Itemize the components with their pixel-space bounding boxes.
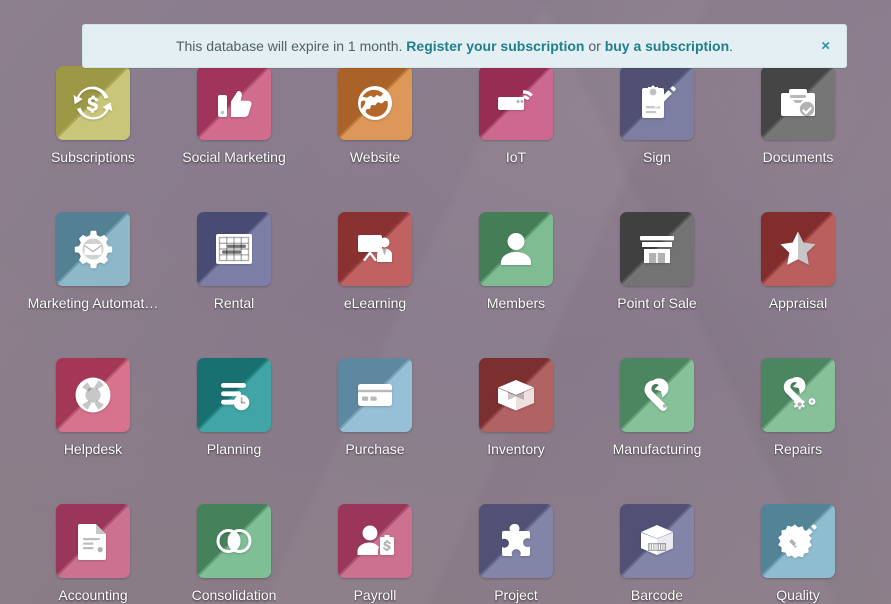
app-tile[interactable]: Inventory — [446, 358, 587, 457]
app-tile[interactable]: Marketing Automat… — [23, 212, 164, 311]
quality-icon[interactable] — [761, 504, 835, 578]
marketing-automation-icon[interactable] — [56, 212, 130, 286]
app-tile[interactable]: Purchase — [305, 358, 446, 457]
repairs-icon[interactable] — [761, 358, 835, 432]
app-label: eLearning — [343, 295, 407, 311]
close-icon[interactable]: × — [817, 37, 834, 56]
iot-icon[interactable] — [479, 66, 553, 140]
app-label: Project — [494, 587, 538, 603]
accounting-icon[interactable] — [56, 504, 130, 578]
app-label: Manufacturing — [612, 441, 702, 457]
app-label: Barcode — [630, 587, 684, 603]
app-grid: Subscriptions Social Marketing Website I… — [0, 0, 891, 604]
point-of-sale-icon[interactable] — [620, 212, 694, 286]
app-tile[interactable]: IoT — [446, 66, 587, 165]
app-label: Consolidation — [191, 587, 277, 603]
app-label: Appraisal — [768, 295, 828, 311]
app-tile[interactable]: Planning — [164, 358, 305, 457]
alert-message-prefix: This database will expire in 1 month. — [175, 38, 407, 54]
app-tile[interactable]: Social Marketing — [164, 66, 305, 165]
project-icon[interactable] — [479, 504, 553, 578]
app-label: Helpdesk — [63, 441, 123, 457]
planning-icon[interactable] — [197, 358, 271, 432]
app-label: Point of Sale — [617, 295, 697, 311]
expiration-alert-text: This database will expire in 1 month. Re… — [176, 36, 733, 56]
elearning-icon[interactable] — [338, 212, 412, 286]
buy-subscription-link[interactable]: buy a subscription — [605, 38, 729, 54]
app-label: Purchase — [345, 441, 405, 457]
app-label: Marketing Automat… — [27, 295, 159, 311]
sign-icon[interactable] — [620, 66, 694, 140]
appraisal-icon[interactable] — [761, 212, 835, 286]
app-label: Payroll — [353, 587, 397, 603]
payroll-icon[interactable] — [338, 504, 412, 578]
app-label: Members — [486, 295, 546, 311]
app-label: IoT — [505, 149, 527, 165]
register-subscription-link[interactable]: Register your subscription — [406, 38, 584, 54]
app-tile[interactable]: Barcode — [587, 504, 728, 603]
barcode-icon[interactable] — [620, 504, 694, 578]
app-tile[interactable]: Rental — [164, 212, 305, 311]
documents-icon[interactable] — [761, 66, 835, 140]
subscriptions-icon[interactable] — [56, 66, 130, 140]
alert-message-or: or — [584, 38, 605, 54]
members-icon[interactable] — [479, 212, 553, 286]
app-tile[interactable]: Helpdesk — [23, 358, 164, 457]
app-tile[interactable]: Point of Sale — [587, 212, 728, 311]
app-label: Subscriptions — [50, 149, 136, 165]
app-tile[interactable]: Project — [446, 504, 587, 603]
app-tile[interactable]: Documents — [728, 66, 869, 165]
app-tile[interactable]: Accounting — [23, 504, 164, 603]
app-label: Planning — [206, 441, 262, 457]
app-label: Quality — [776, 587, 820, 603]
manufacturing-icon[interactable] — [620, 358, 694, 432]
app-label: Inventory — [487, 441, 545, 457]
app-label: Rental — [213, 295, 255, 311]
app-tile[interactable]: eLearning — [305, 212, 446, 311]
app-label: Website — [349, 149, 401, 165]
app-tile[interactable]: Payroll — [305, 504, 446, 603]
app-tile[interactable]: Members — [446, 212, 587, 311]
alert-message-suffix: . — [729, 38, 734, 54]
rental-icon[interactable] — [197, 212, 271, 286]
social-marketing-icon[interactable] — [197, 66, 271, 140]
app-tile[interactable]: Appraisal — [728, 212, 869, 311]
app-label: Social Marketing — [182, 149, 286, 165]
expiration-alert: This database will expire in 1 month. Re… — [82, 24, 847, 68]
inventory-icon[interactable] — [479, 358, 553, 432]
app-label: Accounting — [58, 587, 128, 603]
app-tile[interactable]: Repairs — [728, 358, 869, 457]
purchase-icon[interactable] — [338, 358, 412, 432]
helpdesk-icon[interactable] — [56, 358, 130, 432]
app-tile[interactable]: Consolidation — [164, 504, 305, 603]
app-tile[interactable]: Manufacturing — [587, 358, 728, 457]
app-label: Documents — [762, 149, 834, 165]
app-tile[interactable]: Subscriptions — [23, 66, 164, 165]
app-label: Sign — [642, 149, 672, 165]
app-tile[interactable]: Quality — [728, 504, 869, 603]
app-label: Repairs — [773, 441, 823, 457]
website-icon[interactable] — [338, 66, 412, 140]
app-tile[interactable]: Website — [305, 66, 446, 165]
consolidation-icon[interactable] — [197, 504, 271, 578]
app-tile[interactable]: Sign — [587, 66, 728, 165]
